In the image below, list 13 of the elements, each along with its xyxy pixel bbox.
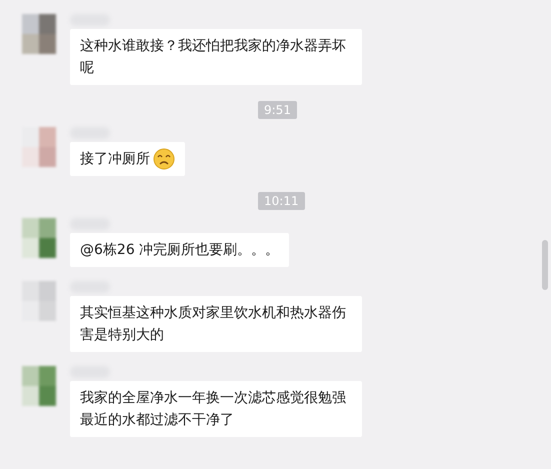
avatar xyxy=(22,366,56,406)
avatar xyxy=(22,127,56,167)
timestamp: 10:11 xyxy=(258,192,305,210)
message-bubble: 接了冲厕所 xyxy=(70,142,185,176)
timestamp: 9:51 xyxy=(258,101,297,119)
avatar xyxy=(22,218,56,258)
scrollbar[interactable] xyxy=(542,240,548,290)
message-bubble: @6栋26 冲完厕所也要刷。。。 xyxy=(70,233,290,267)
message-bubble: 这种水谁敢接？我还怕把我家的净水器弄坏呢 xyxy=(70,29,362,85)
message-bubble: 其实恒基这种水质对家里饮水机和热水器伤害是特别大的 xyxy=(70,296,362,352)
message-bubble: 我家的全屋净水一年换一次滤芯感觉很勉强最近的水都过滤不干净了 xyxy=(70,381,362,437)
avatar xyxy=(22,14,56,54)
avatar xyxy=(22,281,56,321)
